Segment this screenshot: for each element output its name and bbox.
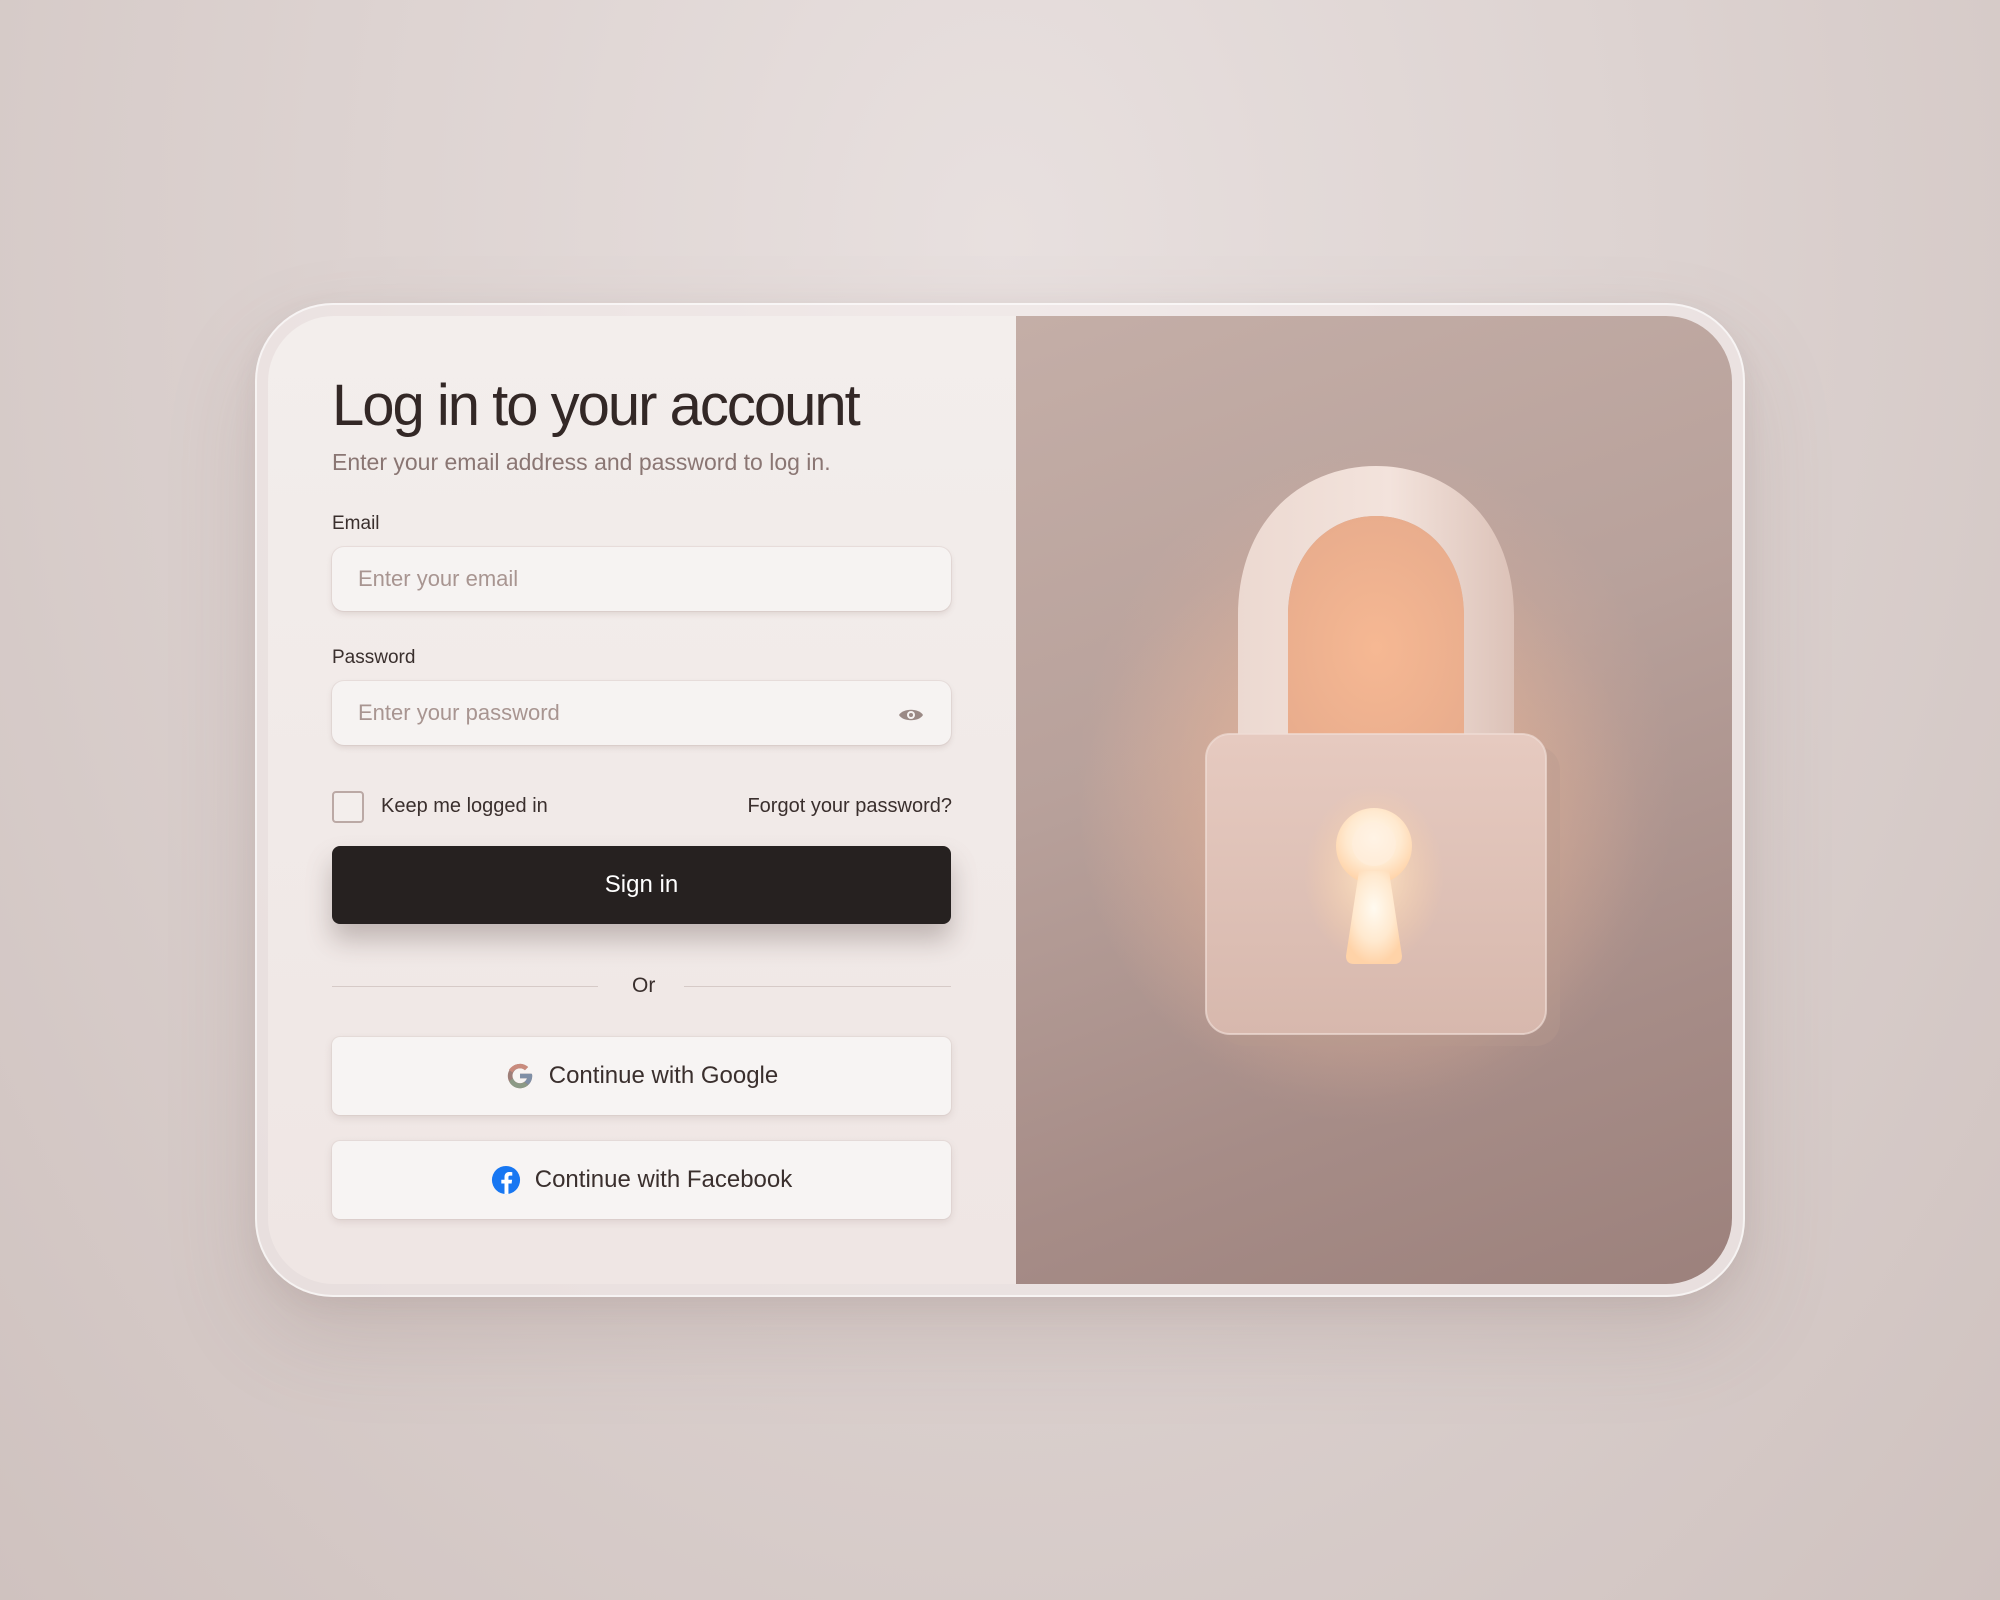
remember-checkbox[interactable] — [332, 791, 364, 823]
password-label: Password — [332, 647, 416, 668]
email-input[interactable] — [332, 547, 951, 611]
facebook-login-button[interactable]: Continue with Facebook — [332, 1141, 951, 1219]
eye-icon[interactable] — [898, 702, 924, 728]
facebook-icon — [491, 1165, 520, 1195]
password-input[interactable] — [332, 681, 951, 745]
forgot-password-link[interactable]: Forgot your password? — [747, 795, 952, 818]
login-card: Log in to your account Enter your email … — [268, 316, 1732, 1284]
google-login-button[interactable]: Continue with Google — [332, 1037, 951, 1115]
sign-in-button[interactable]: Sign in — [332, 846, 951, 924]
google-icon — [507, 1063, 532, 1089]
email-label: Email — [332, 513, 380, 534]
divider-right — [684, 986, 951, 987]
remember-label: Keep me logged in — [381, 795, 548, 817]
divider-or-label: Or — [632, 974, 656, 997]
page-title: Log in to your account — [332, 373, 861, 438]
divider-left — [332, 986, 598, 987]
page-subtitle: Enter your email address and password to… — [332, 449, 831, 475]
facebook-button-label: Continue with Facebook — [534, 1166, 793, 1193]
google-button-label: Continue with Google — [548, 1062, 779, 1089]
login-form-panel: Log in to your account Enter your email … — [268, 316, 1016, 1284]
padlock-icon — [1076, 446, 1676, 1126]
illustration-panel — [1016, 316, 1732, 1284]
